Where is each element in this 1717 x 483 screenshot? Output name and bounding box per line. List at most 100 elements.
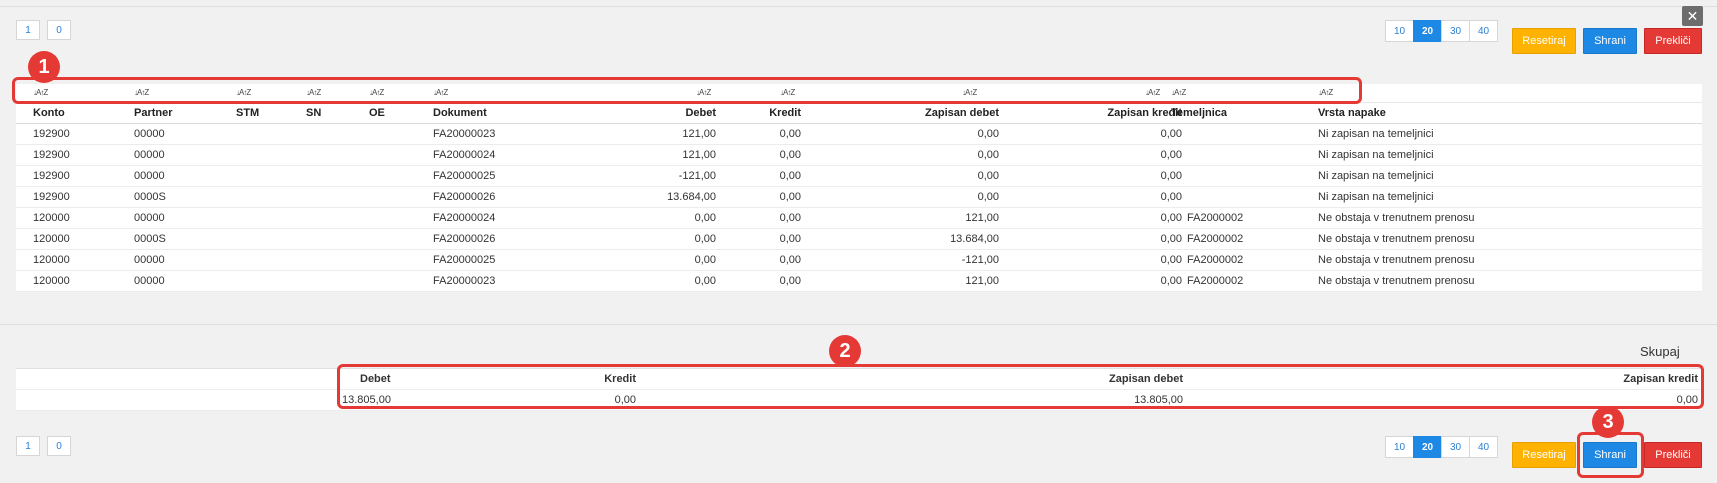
cell-dokument: FA20000024 xyxy=(433,212,496,224)
page-button-1[interactable]: 1 xyxy=(16,20,40,40)
col-temeljnica[interactable]: Temeljnica xyxy=(1171,103,1227,123)
callout-badge-3: 3 xyxy=(1592,406,1624,438)
cell-temeljnica: FA2000002 xyxy=(1187,254,1244,266)
cell-kredit: 0,00 xyxy=(779,149,801,161)
page-size-20[interactable]: 20 xyxy=(1413,20,1442,42)
cell-temeljnica: FA2000002 xyxy=(1187,212,1244,224)
cell-debet: 13.684,00 xyxy=(667,191,716,203)
page-size-selector-bottom: 10 20 30 40 xyxy=(1385,436,1498,458)
page-size-10[interactable]: 10 xyxy=(1385,436,1414,458)
cell-debet: 0,00 xyxy=(694,254,716,266)
page-size-40[interactable]: 40 xyxy=(1469,20,1498,42)
cell-zapisan-debet: 121,00 xyxy=(965,275,999,287)
col-zapisan-debet[interactable]: Zapisan debet xyxy=(866,103,999,123)
col-sn[interactable]: SN xyxy=(306,103,321,123)
close-icon[interactable]: ✕ xyxy=(1682,6,1703,26)
page-size-selector-top: 10 20 30 40 xyxy=(1385,20,1498,42)
cell-zapisan-kredit: 0,00 xyxy=(1160,149,1182,161)
cell-vrsta-napake: Ne obstaja v trenutnem prenosu xyxy=(1318,233,1475,245)
page-size-10[interactable]: 10 xyxy=(1385,20,1414,42)
cell-partner: 00000 xyxy=(134,212,165,224)
cell-debet: 121,00 xyxy=(682,149,716,161)
cell-debet: -121,00 xyxy=(678,170,716,182)
table-row[interactable]: 192900 0000S FA20000026 13.684,00 0,00 0… xyxy=(16,187,1702,208)
col-zapisan-kredit[interactable]: Zapisan kredit xyxy=(1026,103,1182,123)
col-debet[interactable]: Debet xyxy=(616,103,716,123)
cell-konto: 120000 xyxy=(33,254,70,266)
cell-dokument: FA20000025 xyxy=(433,170,496,182)
cancel-button[interactable]: Prekliči xyxy=(1644,28,1702,54)
cell-dokument: FA20000025 xyxy=(433,254,496,266)
cell-zapisan-debet: 121,00 xyxy=(965,212,999,224)
col-kredit[interactable]: Kredit xyxy=(716,103,801,123)
col-vrsta-napake[interactable]: Vrsta napake xyxy=(1318,103,1386,123)
cell-konto: 192900 xyxy=(33,149,70,161)
page-button-1[interactable]: 1 xyxy=(16,436,40,456)
page-button-0[interactable]: 0 xyxy=(47,436,71,456)
cell-zapisan-debet: 0,00 xyxy=(977,191,999,203)
cell-zapisan-debet: -121,00 xyxy=(961,254,999,266)
page-size-30[interactable]: 30 xyxy=(1441,20,1470,42)
cell-kredit: 0,00 xyxy=(779,275,801,287)
table-row[interactable]: 192900 00000 FA20000023 121,00 0,00 0,00… xyxy=(16,124,1702,145)
header-row: Konto Partner STM SN OE Dokument Debet K… xyxy=(16,103,1702,124)
page-size-40[interactable]: 40 xyxy=(1469,436,1498,458)
page-button-0[interactable]: 0 xyxy=(47,20,71,40)
cell-vrsta-napake: Ni zapisan na temeljnici xyxy=(1318,170,1434,182)
cell-debet: 0,00 xyxy=(694,275,716,287)
cell-zapisan-debet: 0,00 xyxy=(977,128,999,140)
cell-zapisan-kredit: 0,00 xyxy=(1160,128,1182,140)
summary-title: Skupaj xyxy=(1640,344,1680,359)
cancel-button[interactable]: Prekliči xyxy=(1644,442,1702,468)
reset-button[interactable]: Resetiraj xyxy=(1512,442,1576,468)
cell-temeljnica: FA2000002 xyxy=(1187,275,1244,287)
cell-dokument: FA20000026 xyxy=(433,191,496,203)
cell-konto: 192900 xyxy=(33,128,70,140)
cell-debet: 0,00 xyxy=(694,233,716,245)
cell-konto: 120000 xyxy=(33,275,70,287)
cell-kredit: 0,00 xyxy=(779,212,801,224)
col-stm[interactable]: STM xyxy=(236,103,259,123)
callout-box-2 xyxy=(337,364,1704,409)
table-row[interactable]: 192900 00000 FA20000025 -121,00 0,00 0,0… xyxy=(16,166,1702,187)
cell-dokument: FA20000026 xyxy=(433,233,496,245)
table-row[interactable]: 120000 00000 FA20000025 0,00 0,00 -121,0… xyxy=(16,250,1702,271)
col-oe[interactable]: OE xyxy=(369,103,385,123)
page-size-20[interactable]: 20 xyxy=(1413,436,1442,458)
cell-zapisan-kredit: 0,00 xyxy=(1160,170,1182,182)
cell-partner: 0000S xyxy=(134,191,166,203)
col-konto[interactable]: Konto xyxy=(33,103,65,123)
table-row[interactable]: 120000 00000 FA20000024 0,00 0,00 121,00… xyxy=(16,208,1702,229)
top-divider xyxy=(0,6,1717,7)
cell-konto: 192900 xyxy=(33,170,70,182)
col-dokument[interactable]: Dokument xyxy=(433,103,487,123)
cell-partner: 00000 xyxy=(134,254,165,266)
cell-kredit: 0,00 xyxy=(779,191,801,203)
cell-zapisan-kredit: 0,00 xyxy=(1160,233,1182,245)
cell-zapisan-debet: 0,00 xyxy=(977,149,999,161)
cell-kredit: 0,00 xyxy=(779,254,801,266)
cell-zapisan-kredit: 0,00 xyxy=(1160,275,1182,287)
mid-divider xyxy=(0,324,1717,325)
table-row[interactable]: 120000 0000S FA20000026 0,00 0,00 13.684… xyxy=(16,229,1702,250)
callout-badge-2: 2 xyxy=(829,335,861,367)
cell-zapisan-kredit: 0,00 xyxy=(1160,212,1182,224)
cell-partner: 00000 xyxy=(134,275,165,287)
cell-temeljnica: FA2000002 xyxy=(1187,233,1244,245)
page-size-30[interactable]: 30 xyxy=(1441,436,1470,458)
cell-kredit: 0,00 xyxy=(779,170,801,182)
cell-vrsta-napake: Ni zapisan na temeljnici xyxy=(1318,191,1434,203)
col-partner[interactable]: Partner xyxy=(134,103,173,123)
callout-box-3 xyxy=(1577,432,1644,478)
cell-kredit: 0,00 xyxy=(779,128,801,140)
cell-partner: 00000 xyxy=(134,128,165,140)
save-button[interactable]: Shrani xyxy=(1583,28,1637,54)
reset-button[interactable]: Resetiraj xyxy=(1512,28,1576,54)
table-row[interactable]: 120000 00000 FA20000023 0,00 0,00 121,00… xyxy=(16,271,1702,292)
cell-vrsta-napake: Ni zapisan na temeljnici xyxy=(1318,149,1434,161)
cell-debet: 0,00 xyxy=(694,212,716,224)
cell-partner: 0000S xyxy=(134,233,166,245)
cell-vrsta-napake: Ni zapisan na temeljnici xyxy=(1318,128,1434,140)
cell-konto: 192900 xyxy=(33,191,70,203)
table-row[interactable]: 192900 00000 FA20000024 121,00 0,00 0,00… xyxy=(16,145,1702,166)
